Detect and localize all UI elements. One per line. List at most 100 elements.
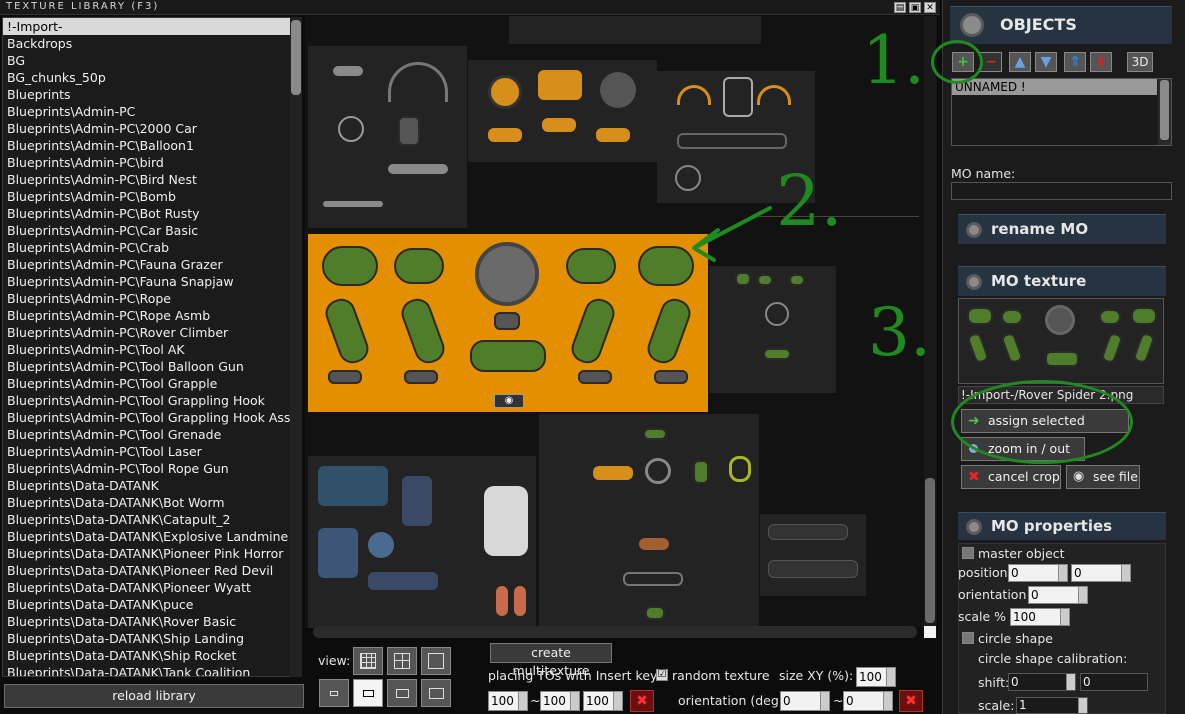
texture-folder-list[interactable]: !-Import- Backdrops BG BG_chunks_50p Bluepri… <box>2 17 302 677</box>
library-list-item[interactable]: Blueprints\Admin-PC\bird <box>3 154 301 171</box>
texture-thumbnail[interactable] <box>308 46 467 228</box>
library-list-item[interactable]: Blueprints\Data-DATANK\Tank Coalition <box>3 664 301 676</box>
cancel-crop-button[interactable]: ✖ cancel crop <box>961 465 1061 489</box>
library-list-item[interactable]: Blueprints\Data-DATANK\Catapult_2 <box>3 511 301 528</box>
position-y-spinner[interactable] <box>1121 565 1130 581</box>
library-list-item[interactable]: Blueprints\Admin-PC\2000 Car <box>3 120 301 137</box>
objects-scroll-thumb[interactable] <box>1160 80 1169 140</box>
size-l-button[interactable] <box>421 679 451 707</box>
size-xy-spinner[interactable] <box>886 668 895 686</box>
library-list-item[interactable]: Blueprints\Admin-PC\Tool Grappling Hook <box>3 392 301 409</box>
scale-min-spinner[interactable] <box>518 692 527 710</box>
texture-thumbnail[interactable] <box>308 456 536 628</box>
library-list-item[interactable]: Blueprints\Admin-PC\Tool Laser <box>3 443 301 460</box>
library-list-item[interactable]: Blueprints\Admin-PC\Crab <box>3 239 301 256</box>
library-list-item[interactable]: Blueprints\Admin-PC\Tool Grapple <box>3 375 301 392</box>
library-list-item[interactable]: Blueprints\Admin-PC\Tool AK <box>3 341 301 358</box>
eye-icon[interactable]: ◉ <box>494 394 524 408</box>
move-up-button[interactable]: ▲ <box>1009 52 1031 72</box>
library-list-item[interactable]: Blueprints\Admin-PC\Bomb <box>3 188 301 205</box>
library-list-item[interactable]: Blueprints\Admin-PC\Rover Climber <box>3 324 301 341</box>
library-list-item[interactable]: Blueprints\Data-DATANK\Explosive Landmin… <box>3 528 301 545</box>
library-scroll-thumb[interactable] <box>291 20 301 95</box>
texture-thumbnail[interactable] <box>539 414 759 628</box>
size-m-button[interactable] <box>387 679 417 707</box>
texture-viewer[interactable]: ◉ <box>305 16 937 628</box>
library-list-item[interactable]: !-Import- <box>3 18 301 35</box>
library-list-item[interactable]: Blueprints\Data-DATANK\Bot Worm <box>3 494 301 511</box>
library-list-item[interactable]: Blueprints\Data-DATANK\Pioneer Wyatt <box>3 579 301 596</box>
library-list-item[interactable]: Blueprints\Admin-PC\Car Basic <box>3 222 301 239</box>
circle-scale-spinner[interactable] <box>1078 698 1087 713</box>
orientation-spinner[interactable] <box>1078 587 1087 603</box>
scale-third-spinner[interactable] <box>613 692 622 710</box>
size-xs-button[interactable] <box>319 679 349 707</box>
library-list-item[interactable]: BG <box>3 52 301 69</box>
reset-orientation-button[interactable]: ✖ <box>899 690 923 712</box>
library-list-item[interactable]: Blueprints\Admin-PC\Tool Rope Gun <box>3 460 301 477</box>
close-button[interactable]: ✕ <box>924 2 936 13</box>
grid-2x2-view-button[interactable] <box>387 647 417 675</box>
sprite-part <box>1132 331 1156 365</box>
library-list-item[interactable]: Blueprints\Data-DATANK\Rover Basic <box>3 613 301 630</box>
master-object-checkbox[interactable] <box>962 547 974 559</box>
library-list-item[interactable]: Blueprints\Admin-PC\Tool Grappling Hook … <box>3 409 301 426</box>
grid-3x3-view-button[interactable] <box>353 647 383 675</box>
library-list-item[interactable]: Backdrops <box>3 35 301 52</box>
library-list-item[interactable]: Blueprints\Admin-PC\Bird Nest <box>3 171 301 188</box>
library-list-item[interactable]: Blueprints\Admin-PC\Tool Grenade <box>3 426 301 443</box>
sprite-part <box>768 524 848 540</box>
library-list-item[interactable]: Blueprints\Admin-PC\Fauna Grazer <box>3 256 301 273</box>
viewer-horizontal-scrollbar[interactable] <box>313 626 917 638</box>
toggle-3d-button[interactable]: 3D <box>1127 52 1153 72</box>
shift-y-input[interactable]: 0 <box>1080 673 1148 691</box>
library-list-item[interactable]: BG_chunks_50p <box>3 69 301 86</box>
random-texture-checkbox[interactable]: ☑ <box>656 669 668 681</box>
library-list-item[interactable]: Blueprints\Admin-PC\Rope Asmb <box>3 307 301 324</box>
move-top-button[interactable]: ⇑ <box>1064 52 1086 72</box>
library-list-item[interactable]: Blueprints\Data-DATANK <box>3 477 301 494</box>
library-list-item[interactable]: Blueprints\Data-DATANK\Pioneer Pink Horr… <box>3 545 301 562</box>
shift-x-spinner[interactable] <box>1066 674 1075 690</box>
library-scrollbar[interactable] <box>290 17 302 677</box>
library-list-item[interactable]: Blueprints\Admin-PC\Tool Balloon Gun <box>3 358 301 375</box>
move-bottom-button[interactable]: ⇓ <box>1090 52 1112 72</box>
scale-spinner[interactable] <box>1060 609 1069 625</box>
see-file-button[interactable]: ◉ see file <box>1066 465 1140 489</box>
texture-thumbnail-selected[interactable]: ◉ <box>308 234 708 412</box>
scale-max-value: 100 <box>543 694 566 708</box>
reset-scale-button[interactable]: ✖ <box>630 690 654 712</box>
library-list-item[interactable]: Blueprints\Data-DATANK\puce <box>3 596 301 613</box>
orientation-min-spinner[interactable] <box>820 692 829 710</box>
single-view-button[interactable] <box>421 647 451 675</box>
move-down-button[interactable]: ▼ <box>1035 52 1057 72</box>
library-list-item[interactable]: Blueprints\Data-DATANK\Pioneer Red Devil <box>3 562 301 579</box>
size-s-button[interactable] <box>353 679 383 707</box>
orientation-max-spinner[interactable] <box>883 692 892 710</box>
object-list-item[interactable]: UNNAMED ! <box>952 79 1157 95</box>
texture-thumbnail[interactable] <box>760 514 866 596</box>
circle-shape-checkbox[interactable] <box>962 632 974 644</box>
library-list-item[interactable]: Blueprints\Data-DATANK\Ship Landing <box>3 630 301 647</box>
sprite-part <box>484 486 528 556</box>
create-multitexture-button[interactable]: create multitexture <box>490 643 612 678</box>
reload-library-button[interactable]: reload library <box>4 684 304 708</box>
position-x-spinner[interactable] <box>1058 565 1067 581</box>
library-list-item[interactable]: Blueprints\Data-DATANK\Ship Rocket <box>3 647 301 664</box>
mo-name-input[interactable] <box>951 182 1172 200</box>
scale-max-spinner[interactable] <box>570 692 579 710</box>
library-list-item[interactable]: Blueprints <box>3 86 301 103</box>
mo-texture-preview[interactable] <box>958 298 1164 384</box>
texture-thumbnail[interactable] <box>468 60 657 162</box>
library-list-item[interactable]: Blueprints\Admin-PC <box>3 103 301 120</box>
library-list-item[interactable]: Blueprints\Admin-PC\Balloon1 <box>3 137 301 154</box>
minimize-button[interactable]: ▤ <box>894 2 906 13</box>
viewer-vertical-scroll-thumb[interactable] <box>925 478 935 623</box>
library-list-item[interactable]: Blueprints\Admin-PC\Bot Rusty <box>3 205 301 222</box>
restore-button[interactable]: ▣ <box>909 2 921 13</box>
remove-object-button[interactable]: − <box>980 52 1002 72</box>
library-list-item[interactable]: Blueprints\Admin-PC\Fauna Snapjaw <box>3 273 301 290</box>
texture-thumbnail[interactable] <box>509 16 761 44</box>
texture-thumbnail[interactable] <box>709 266 836 393</box>
library-list-item[interactable]: Blueprints\Admin-PC\Rope <box>3 290 301 307</box>
